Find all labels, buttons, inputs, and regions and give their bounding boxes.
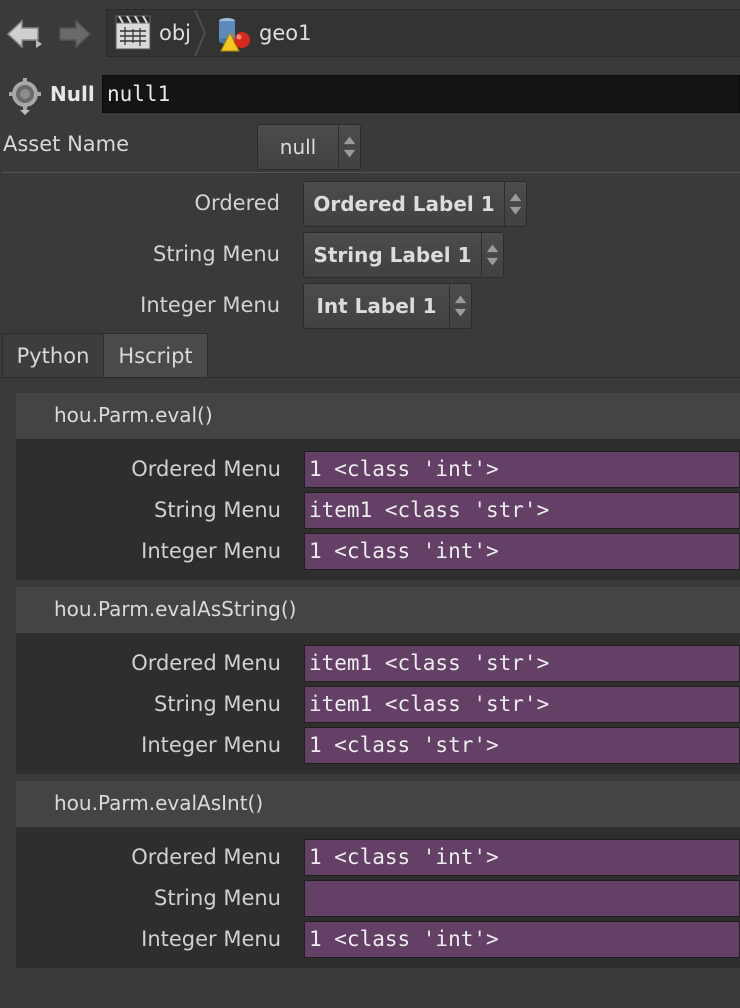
integer-menu[interactable]: Int Label 1 bbox=[303, 283, 472, 329]
breadcrumb-geo1[interactable]: geo1 bbox=[213, 10, 311, 56]
evalasint-string-menu-field[interactable] bbox=[304, 880, 740, 917]
field-label: Ordered Menu bbox=[131, 845, 281, 869]
evalasstring-string-menu-field[interactable]: item1 <class 'str'> bbox=[304, 686, 740, 723]
eval-integer-menu-field[interactable]: 1 <class 'int'> bbox=[304, 533, 740, 570]
field-label: Ordered Menu bbox=[131, 457, 281, 481]
ordered-menu-value: Ordered Label 1 bbox=[313, 192, 495, 216]
tab-python[interactable]: Python bbox=[2, 333, 104, 377]
folder-title[interactable]: hou.Parm.evalAsString() bbox=[16, 587, 740, 633]
string-menu-value: String Label 1 bbox=[313, 243, 472, 267]
divider bbox=[2, 172, 740, 173]
menu-updown-icon bbox=[481, 233, 499, 277]
eval-string-menu-field[interactable]: item1 <class 'str'> bbox=[304, 492, 740, 529]
tab-hscript[interactable]: Hscript bbox=[103, 333, 208, 377]
evalasint-ordered-menu-field[interactable]: 1 <class 'int'> bbox=[304, 839, 740, 876]
field-label: String Menu bbox=[153, 886, 281, 910]
menu-updown-icon bbox=[504, 182, 522, 226]
breadcrumb-obj-label: obj bbox=[159, 21, 192, 45]
field-label: String Menu bbox=[153, 692, 281, 716]
field-label: Ordered Menu bbox=[131, 651, 281, 675]
folder-eval-as-string: hou.Parm.evalAsString() Ordered Menu ite… bbox=[16, 587, 740, 774]
asset-name-menu[interactable]: null bbox=[257, 124, 361, 170]
evalasstring-ordered-menu-field[interactable]: item1 <class 'str'> bbox=[304, 645, 740, 682]
menu-updown-icon bbox=[449, 284, 467, 328]
menu-updown-icon bbox=[338, 125, 356, 169]
param-label-integer-menu: Integer Menu bbox=[140, 293, 280, 317]
folder-eval-as-int: hou.Parm.evalAsInt() Ordered Menu 1 <cla… bbox=[16, 781, 740, 968]
field-label: String Menu bbox=[153, 498, 281, 522]
eval-ordered-menu-field[interactable]: 1 <class 'int'> bbox=[304, 451, 740, 488]
path-breadcrumb: obj geo1 bbox=[106, 9, 740, 57]
breadcrumb-separator bbox=[194, 10, 207, 56]
node-name-field[interactable]: null1 bbox=[102, 75, 740, 113]
node-type-label: Null bbox=[50, 82, 95, 106]
param-label-ordered: Ordered bbox=[194, 191, 280, 215]
network-nav-bar: obj geo1 bbox=[0, 0, 740, 64]
evalasint-integer-menu-field[interactable]: 1 <class 'int'> bbox=[304, 921, 740, 958]
asset-name-label: Asset Name bbox=[3, 132, 130, 156]
breadcrumb-geo1-label: geo1 bbox=[259, 21, 312, 45]
string-menu[interactable]: String Label 1 bbox=[303, 232, 504, 278]
integer-menu-value: Int Label 1 bbox=[316, 294, 437, 318]
folder-title[interactable]: hou.Parm.evalAsInt() bbox=[16, 781, 740, 827]
back-arrow-icon[interactable] bbox=[4, 14, 44, 54]
breadcrumb-obj[interactable]: obj bbox=[113, 10, 191, 56]
obj-network-icon bbox=[115, 15, 151, 50]
field-label: Integer Menu bbox=[141, 927, 281, 951]
asset-name-value: null bbox=[279, 135, 317, 159]
folder-title[interactable]: hou.Parm.eval() bbox=[16, 393, 740, 439]
gear-icon[interactable] bbox=[5, 76, 45, 116]
ordered-menu[interactable]: Ordered Label 1 bbox=[303, 181, 527, 227]
param-label-string-menu: String Menu bbox=[152, 242, 280, 266]
folder-eval: hou.Parm.eval() Ordered Menu 1 <class 'i… bbox=[16, 393, 740, 580]
node-header: Null null1 bbox=[0, 72, 740, 118]
geo-node-icon bbox=[219, 18, 250, 52]
field-label: Integer Menu bbox=[141, 733, 281, 757]
field-label: Integer Menu bbox=[141, 539, 281, 563]
forward-arrow-icon[interactable] bbox=[54, 14, 94, 54]
evalasstring-integer-menu-field[interactable]: 1 <class 'str'> bbox=[304, 727, 740, 764]
